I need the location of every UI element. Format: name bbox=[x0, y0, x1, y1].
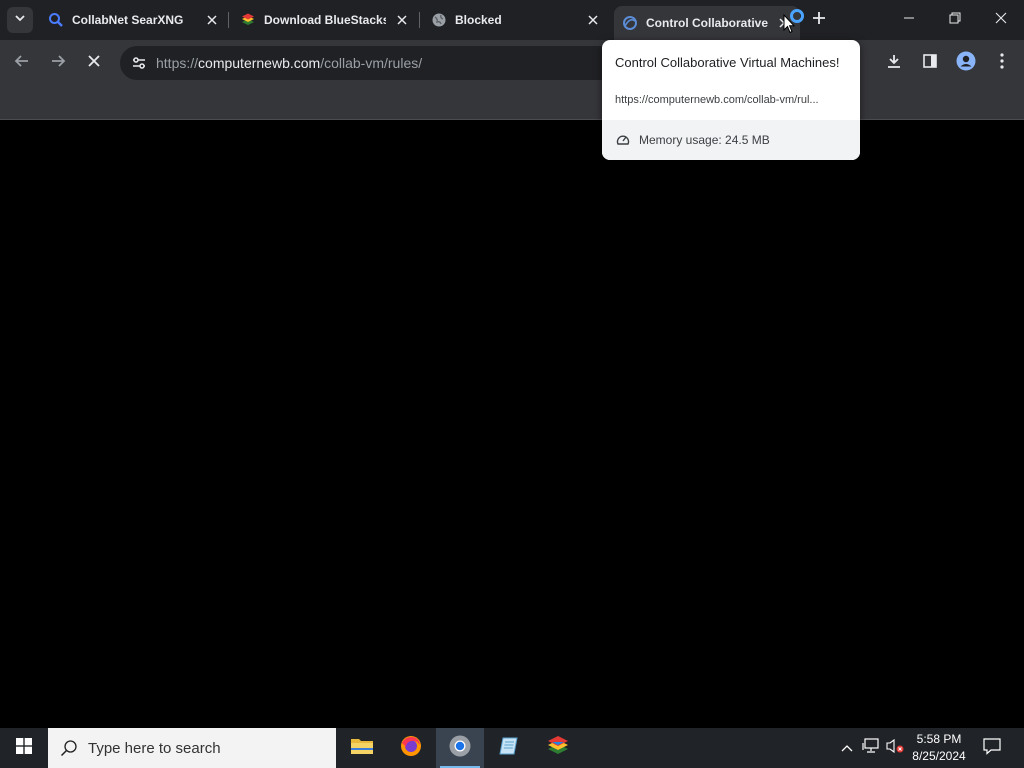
collabvm-icon bbox=[622, 15, 638, 31]
menu-button[interactable] bbox=[988, 49, 1016, 77]
url-text: https://computernewb.com/collab-vm/rules… bbox=[156, 55, 423, 71]
restore-icon bbox=[949, 11, 961, 29]
side-panel-icon bbox=[922, 53, 938, 74]
taskbar-firefox[interactable] bbox=[387, 728, 435, 768]
close-window-button[interactable] bbox=[978, 0, 1024, 40]
tab-title: CollabNet SearXNG bbox=[72, 13, 184, 27]
forward-button[interactable] bbox=[44, 49, 72, 77]
new-tab-button[interactable] bbox=[808, 9, 830, 31]
notification-icon bbox=[983, 737, 1001, 760]
bookmarks-bar bbox=[0, 86, 1024, 120]
search-placeholder: Type here to search bbox=[88, 739, 221, 757]
back-button[interactable] bbox=[8, 49, 36, 77]
arrow-right-icon bbox=[50, 53, 66, 74]
tab-title: Blocked bbox=[455, 13, 502, 27]
tab-blocked[interactable]: Blocked bbox=[423, 6, 609, 34]
chevron-up-icon bbox=[841, 739, 853, 757]
restore-button[interactable] bbox=[932, 0, 978, 40]
clock-time: 5:58 PM bbox=[916, 732, 962, 746]
mouse-cursor-icon bbox=[783, 13, 796, 39]
taskbar-search-box[interactable]: Type here to search bbox=[48, 728, 336, 768]
bluestacks-icon bbox=[546, 735, 570, 762]
show-hidden-icons-button[interactable] bbox=[838, 728, 856, 768]
hover-card-url: https://computernewb.com/collab-vm/rul..… bbox=[615, 94, 819, 106]
memory-usage-row: Memory usage: 24.5 MB bbox=[602, 120, 860, 160]
avatar-icon bbox=[956, 51, 976, 76]
minimize-icon bbox=[903, 11, 915, 29]
profile-button[interactable] bbox=[952, 49, 980, 77]
close-icon bbox=[995, 11, 1007, 29]
more-vertical-icon bbox=[1000, 52, 1004, 74]
tab-title: Download BlueStacks bbox=[264, 13, 386, 27]
bluestacks-icon bbox=[240, 12, 256, 28]
tab-separator bbox=[419, 12, 420, 28]
chevron-down-icon bbox=[14, 11, 26, 29]
close-icon bbox=[87, 54, 101, 73]
stop-loading-button[interactable] bbox=[80, 49, 108, 77]
arrow-left-icon bbox=[14, 53, 30, 74]
clock-date: 8/25/2024 bbox=[912, 749, 966, 763]
magnifier-icon bbox=[48, 12, 64, 28]
downloads-button[interactable] bbox=[880, 49, 908, 77]
page-content bbox=[0, 121, 1024, 728]
action-center-button[interactable] bbox=[976, 728, 1008, 768]
firefox-icon bbox=[399, 734, 423, 763]
windows-taskbar: Type here to search 5:58 PM 8/25/2024 bbox=[0, 728, 1024, 768]
tab-download-bluestacks[interactable]: Download BlueStacks bbox=[232, 6, 418, 34]
site-info-icon[interactable] bbox=[122, 55, 156, 71]
close-icon[interactable] bbox=[585, 12, 601, 28]
tab-control-collaborative[interactable]: Control Collaborative bbox=[614, 6, 800, 40]
notepad-icon bbox=[498, 735, 520, 762]
plus-icon bbox=[812, 11, 826, 30]
hover-card-title: Control Collaborative Virtual Machines! bbox=[615, 55, 840, 70]
globe-icon bbox=[431, 12, 447, 28]
taskbar-clock[interactable]: 5:58 PM 8/25/2024 bbox=[906, 728, 972, 768]
close-icon[interactable] bbox=[204, 12, 220, 28]
side-panel-button[interactable] bbox=[916, 49, 944, 77]
tab-collabnet-searxng[interactable]: CollabNet SearXNG bbox=[40, 6, 228, 34]
tab-hover-card: Control Collaborative Virtual Machines! … bbox=[602, 40, 860, 160]
network-tray-button[interactable] bbox=[860, 728, 882, 768]
taskbar-bluestacks[interactable] bbox=[534, 728, 582, 768]
tab-strip: CollabNet SearXNG Download BlueStacks Bl… bbox=[0, 0, 1024, 40]
start-button[interactable] bbox=[0, 728, 48, 768]
close-icon[interactable] bbox=[394, 12, 410, 28]
volume-tray-button[interactable] bbox=[884, 728, 906, 768]
taskbar-notepad[interactable] bbox=[485, 728, 533, 768]
gauge-icon bbox=[615, 132, 631, 148]
tab-separator bbox=[228, 12, 229, 28]
download-icon bbox=[886, 53, 902, 74]
taskbar-chrome[interactable] bbox=[436, 728, 484, 768]
taskbar-file-explorer[interactable] bbox=[338, 728, 386, 768]
folder-icon bbox=[350, 736, 374, 761]
minimize-button[interactable] bbox=[886, 0, 932, 40]
tab-search-button[interactable] bbox=[7, 7, 33, 33]
tab-title: Control Collaborative bbox=[646, 16, 768, 30]
network-icon bbox=[862, 737, 880, 759]
browser-toolbar: https://computernewb.com/collab-vm/rules… bbox=[0, 40, 1024, 86]
search-icon bbox=[60, 739, 78, 757]
windows-logo-icon bbox=[16, 737, 32, 759]
volume-muted-icon bbox=[885, 738, 905, 759]
chrome-icon bbox=[448, 734, 472, 763]
memory-usage-text: Memory usage: 24.5 MB bbox=[639, 133, 770, 147]
